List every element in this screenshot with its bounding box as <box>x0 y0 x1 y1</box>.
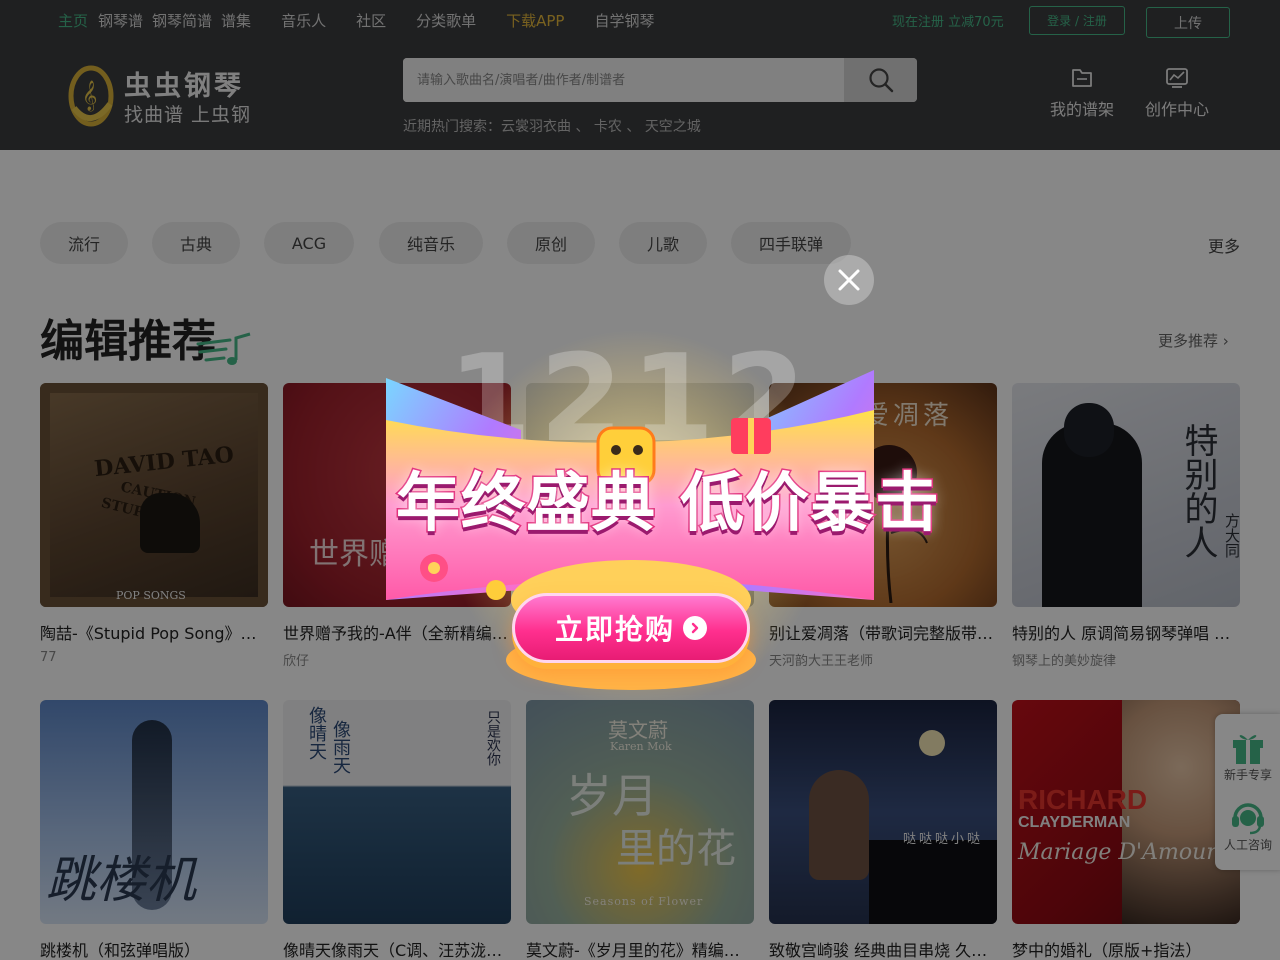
promo-headline-left: 年终盛典 <box>395 466 657 543</box>
buy-now-button[interactable]: 立即抢购 <box>512 593 750 663</box>
close-modal-button[interactable] <box>824 255 874 305</box>
arrow-right-icon <box>683 616 707 640</box>
buy-now-label: 立即抢购 <box>554 613 675 646</box>
promo-headline: 年终盛典 低价暴击 <box>395 452 941 544</box>
promo-headline-right: 低价暴击 <box>679 466 941 543</box>
close-icon <box>838 269 860 291</box>
